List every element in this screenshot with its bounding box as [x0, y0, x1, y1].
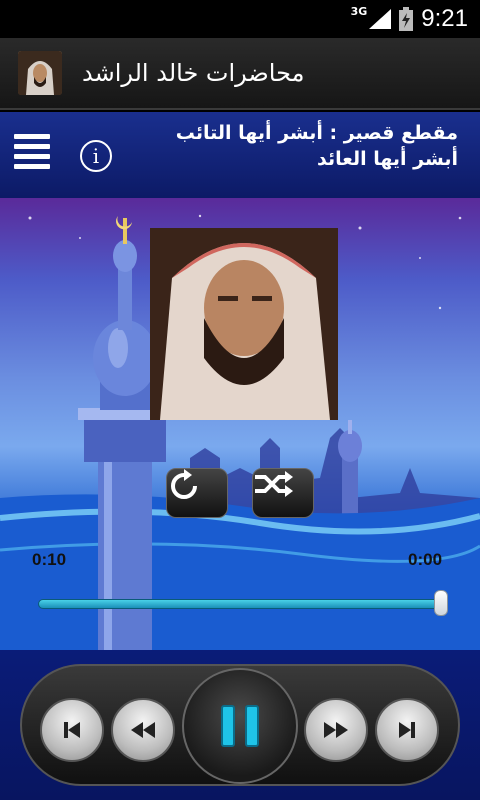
rewind-button[interactable] [111, 698, 175, 762]
status-bar: 3G 9:21 [0, 0, 480, 38]
info-icon[interactable]: i [80, 140, 112, 172]
pause-button[interactable] [182, 668, 298, 784]
repeat-icon [171, 469, 197, 499]
sheikh-avatar-icon [18, 51, 62, 95]
seek-thumb[interactable] [434, 590, 448, 616]
skip-previous-icon [64, 722, 80, 738]
shuffle-icon [255, 471, 293, 497]
skip-next-button[interactable] [375, 698, 439, 762]
playback-controls [0, 650, 480, 800]
seek-bar[interactable] [38, 590, 448, 616]
app-title: محاضرات خالد الراشد [82, 59, 305, 87]
seek-track [38, 599, 448, 609]
fast-forward-button[interactable] [304, 698, 368, 762]
remaining-time: 0:00 [408, 550, 443, 569]
fast-forward-icon [324, 722, 348, 738]
skip-previous-button[interactable] [40, 698, 104, 762]
info-glyph: i [92, 144, 100, 168]
artwork-scene [0, 214, 480, 650]
battery-icon [399, 7, 414, 31]
player-artwork: 0:10 0:00 [0, 198, 480, 650]
network-type: 3G [350, 4, 368, 18]
skip-next-icon [399, 722, 415, 738]
pause-icon [221, 705, 259, 747]
track-title-line-2: أبشر أيها العائد [317, 148, 458, 170]
status-time: 9:21 [421, 5, 468, 32]
menu-icon[interactable] [14, 134, 50, 178]
track-header: i مقطع قصير : أبشر أيها التائب أبشر أيها… [0, 112, 480, 198]
signal-icon [369, 9, 392, 29]
rewind-icon [131, 722, 155, 738]
speaker-portrait [150, 228, 338, 420]
action-bar: محاضرات خالد الراشد [0, 38, 480, 110]
track-title: مقطع قصير : أبشر أيها التائب أبشر أيها ا… [128, 120, 458, 172]
repeat-button[interactable] [166, 468, 228, 518]
track-title-line-1: مقطع قصير : أبشر أيها التائب [175, 122, 458, 144]
shuffle-button[interactable] [252, 468, 314, 518]
elapsed-time: 0:10 [32, 550, 67, 569]
